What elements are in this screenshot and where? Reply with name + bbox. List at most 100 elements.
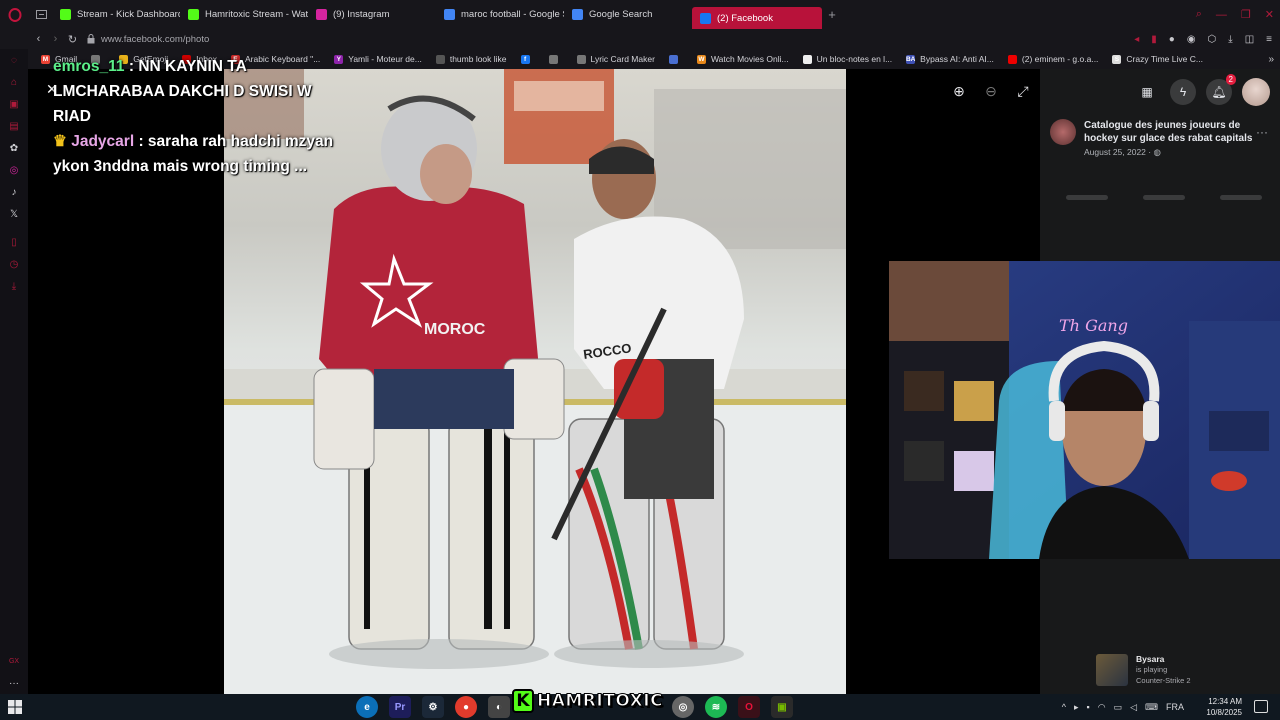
messenger-icon[interactable]: ▣ (0, 93, 28, 115)
tab-label: maroc football - Google S (461, 9, 564, 20)
zoom-in-icon[interactable]: ⊕ (950, 83, 968, 100)
tab[interactable]: Stream - Kick Dashboard (52, 0, 180, 29)
music-player-icon[interactable]: ▤ (0, 115, 28, 137)
clock[interactable]: 12:34 AM 10/8/2025 (1206, 696, 1242, 718)
tab-label: Stream - Kick Dashboard (77, 9, 180, 20)
bookmark-item[interactable]: Un bloc-notes en l... (796, 54, 900, 64)
tab[interactable]: Hamritoxic Stream - Watc (180, 0, 308, 29)
post-title[interactable]: Catalogue des jeunes joueurs de hockey s… (1084, 119, 1254, 145)
opera-menu-button[interactable] (0, 0, 30, 29)
snapshot-icon[interactable]: ◫ (1245, 34, 1254, 45)
tiktok-icon[interactable]: ♪ (0, 181, 28, 203)
opera-gx-icon[interactable]: O (738, 696, 760, 718)
chatgpt-icon[interactable]: ✿ (0, 137, 28, 159)
sidebar-toggle-icon[interactable]: ▮ (1151, 34, 1157, 45)
more-options-icon[interactable]: ··· (1256, 125, 1268, 139)
tab-label: Google Search (589, 9, 653, 20)
bookmark-item[interactable]: S Crazy Time Live C... (1105, 54, 1210, 64)
tab-label: (2) Facebook (717, 12, 773, 24)
tab-bar: Stream - Kick Dashboard Hamritoxic Stream… (0, 0, 1280, 29)
tray-overflow-icon[interactable]: ^ (1062, 702, 1066, 712)
bookmark-item[interactable]: thumb look like (429, 54, 514, 64)
opera-sidebar: ◌ ⌂ ▣ ▤ ✿ ◎ ♪ 𝕏 ▯ ◷ ⤓ GX ··· (0, 49, 28, 694)
spotify-icon[interactable]: ≋ (705, 696, 727, 718)
vpn-icon[interactable]: ◉ (1187, 34, 1196, 45)
ime-icon[interactable]: ⌨ (1145, 702, 1158, 713)
bookmark-item[interactable]: f (514, 54, 542, 64)
app-icon[interactable]: ◐ (488, 696, 510, 718)
toolbar-icons: ◂ ▮ ● ◉ ⬡ ⤓ ◫ ≡ (1134, 29, 1272, 49)
tab[interactable]: (9) Instagram (308, 0, 436, 29)
tab[interactable]: (2) Facebook (692, 7, 822, 29)
tab[interactable]: maroc football - Google S (436, 0, 564, 29)
bookmark-icon: BA (905, 54, 916, 64)
bookmark-item[interactable]: Lyric Card Maker (570, 54, 662, 64)
instagram-icon[interactable]: ◎ (0, 159, 28, 181)
bookmark-label: Watch Movies Onli... (710, 54, 789, 64)
fullscreen-icon[interactable]: ⤢ (1014, 83, 1032, 100)
menu-icon[interactable]: ≡ (1266, 34, 1272, 45)
profile-avatar[interactable] (1242, 77, 1270, 106)
steam-icon[interactable]: ⚙ (422, 696, 444, 718)
chrome-icon[interactable]: ● (455, 696, 477, 718)
bookmark-item[interactable]: (2) eminem - g.o.a... (1001, 54, 1106, 64)
x-icon[interactable]: 𝕏 (0, 203, 28, 225)
tray-app-icon[interactable]: ▸ (1074, 702, 1079, 713)
personal-news-icon[interactable]: ▯ (0, 231, 28, 253)
bookmark-item[interactable] (662, 54, 690, 64)
close-window-button[interactable]: ✕ (1265, 8, 1274, 21)
gx-icon[interactable]: GX (0, 650, 28, 672)
post-date[interactable]: August 25, 2022 · ◍ (1084, 147, 1254, 158)
mute-tab-icon[interactable]: ◂ (1134, 34, 1139, 45)
back-button[interactable]: ‹ (30, 33, 47, 45)
workspaces-icon[interactable]: ⌂ (0, 71, 28, 93)
google-icon (572, 9, 583, 20)
svg-text:Th Gang: Th Gang (1059, 316, 1128, 335)
clock-time: 12:34 AM (1208, 697, 1242, 706)
url-text: www.facebook.com/photo (101, 33, 210, 45)
volume-icon[interactable]: ◁ (1130, 702, 1137, 713)
bookmark-item[interactable]: BA Bypass AI: Anti AI... (899, 54, 1001, 64)
valorant-icon[interactable]: ◎ (672, 696, 694, 718)
windows-start-icon[interactable] (8, 700, 22, 714)
aria-icon[interactable]: ◌ (0, 49, 28, 71)
edge-icon[interactable]: e (356, 696, 378, 718)
viewer-tools: ⊕ ⊖ ⤢ (950, 83, 1032, 100)
notifications-icon[interactable]: 🔔︎ 2 (1206, 73, 1236, 105)
ai-icon[interactable]: ● (1169, 34, 1175, 45)
kick-icon (188, 9, 199, 20)
facebook-icon (700, 12, 711, 24)
new-tab-button[interactable]: + (822, 7, 842, 22)
menu-grid-icon[interactable]: ▦ (1134, 79, 1160, 105)
zoom-out-icon[interactable]: ⊖ (982, 83, 1000, 100)
extensions-icon[interactable]: ⬡ (1208, 34, 1217, 45)
messenger-icon[interactable]: ϟ (1170, 78, 1196, 105)
chat-separator: : (134, 133, 148, 150)
notification-center-icon[interactable] (1254, 700, 1268, 713)
history-icon[interactable]: ◷ (0, 253, 28, 275)
bookmarks-more-icon[interactable]: » (1268, 54, 1274, 65)
minimize-button[interactable]: — (1216, 9, 1227, 21)
language-indicator[interactable]: FRA (1166, 702, 1184, 712)
search-tabs-icon[interactable]: ⌕ (1196, 8, 1202, 21)
headset-icon[interactable]: ◠ (1098, 702, 1106, 713)
download-icon[interactable]: ⤓ (1228, 34, 1232, 45)
page-avatar[interactable] (1050, 119, 1076, 145)
bookmark-label: Yamli - Moteur de... (348, 54, 422, 64)
sidebar-more-icon[interactable]: ··· (0, 672, 28, 694)
bookmark-item[interactable]: W Watch Movies Onli... (690, 54, 796, 64)
bookmark-item[interactable] (542, 54, 570, 64)
tray-app-icon[interactable]: ▪ (1087, 702, 1090, 712)
tab[interactable]: Google Search (564, 0, 692, 29)
url-field[interactable]: www.facebook.com/photo (87, 34, 209, 45)
premiere-icon[interactable]: Pr (389, 696, 411, 718)
forward-button[interactable]: › (47, 33, 64, 45)
downloads-icon[interactable]: ⤓ (0, 275, 28, 297)
bookmark-icon (1007, 54, 1017, 64)
tab-overview-icon[interactable] (30, 0, 52, 29)
nvidia-icon[interactable]: ▣ (771, 696, 793, 718)
network-icon[interactable]: ▭ (1114, 702, 1123, 713)
maximize-button[interactable]: ❐ (1241, 8, 1251, 21)
reload-button[interactable]: ↻ (64, 33, 81, 46)
globe-icon: ◍ (1153, 147, 1161, 157)
